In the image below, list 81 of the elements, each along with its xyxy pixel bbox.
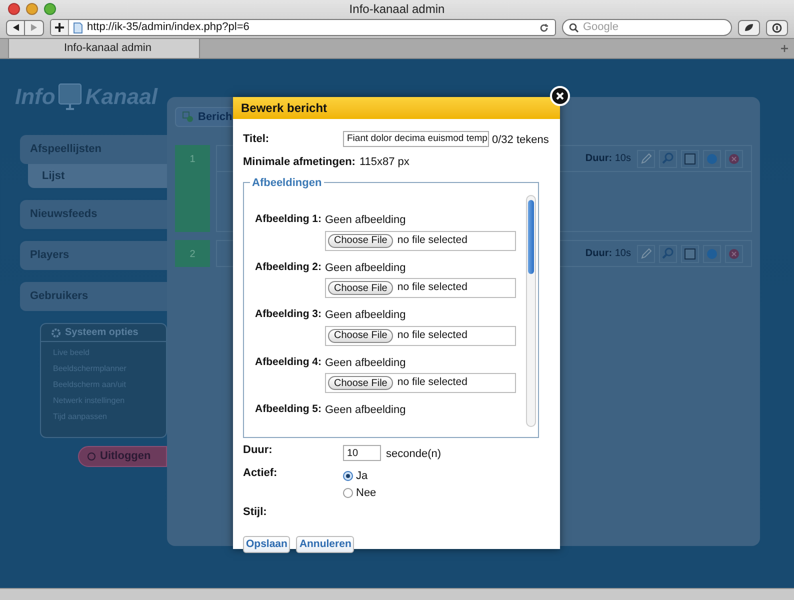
file-input[interactable]: Choose File no file selected (325, 326, 516, 346)
page-icon (73, 22, 83, 34)
row-number: 2 (175, 240, 210, 267)
dialog-button[interactable]: Opslaan (243, 536, 290, 553)
choose-file-button[interactable]: Choose File (328, 328, 394, 342)
scrollbar[interactable] (526, 195, 536, 427)
field-label: Minimale afmetingen: (243, 154, 356, 170)
forward-button[interactable] (25, 20, 44, 36)
duration-unit: seconde(n) (386, 447, 442, 462)
image-label: Afbeelding 3: (255, 307, 323, 322)
pencil-icon[interactable] (637, 150, 655, 168)
zoom-window-icon[interactable] (44, 2, 56, 14)
new-tab-icon[interactable] (781, 45, 788, 52)
duration-field[interactable]: 10 (343, 445, 381, 461)
radio-option[interactable]: Nee (343, 485, 376, 502)
file-input[interactable]: Choose File no file selected (325, 230, 516, 250)
delete-icon[interactable] (725, 244, 743, 262)
image-label: Afbeelding 2: (255, 260, 323, 274)
url-text: http://ik-35/admin/index.php?pl=6 (87, 20, 250, 35)
back-arrow-icon (12, 24, 18, 31)
radio-button[interactable] (343, 488, 353, 498)
dialog-title: Bewerk bericht (241, 100, 328, 117)
minimize-window-icon[interactable] (26, 2, 38, 14)
field-label: Titel: (243, 132, 270, 147)
duration-text: Duur: 10s (585, 247, 631, 261)
url-field[interactable]: http://ik-35/admin/index.php?pl=6 (50, 19, 556, 36)
file-status: no file selected (397, 280, 468, 296)
forward-arrow-icon (31, 24, 37, 31)
window-title: Info-kanaal admin (349, 0, 445, 18)
dialog-button[interactable]: Annuleren (296, 536, 354, 553)
pencil-icon[interactable] (637, 244, 655, 262)
choose-file-button[interactable]: Choose File (328, 234, 394, 248)
min-size-text: 115x87 px (359, 154, 410, 170)
field-label: Duur: (243, 443, 274, 458)
close-icon (556, 92, 564, 100)
monitor-icon (57, 82, 84, 110)
close-button[interactable] (550, 86, 570, 106)
field-label: Stijl: (243, 506, 267, 518)
info-button[interactable] (766, 20, 788, 36)
search-field[interactable]: Google (562, 19, 732, 36)
file-status: no file selected (397, 328, 468, 343)
file-status: no file selected (397, 375, 468, 390)
choose-file-button[interactable]: Choose File (328, 376, 394, 390)
plus-icon (55, 23, 64, 32)
panel-title: Systeem opties (65, 326, 138, 340)
file-input[interactable]: Choose File no file selected (325, 278, 516, 298)
file-input[interactable]: Choose File no file selected (325, 373, 516, 393)
image-status: Geen afbeelding (325, 356, 407, 370)
character-counter: 0/32 tekens (492, 133, 549, 148)
search-icon (569, 22, 580, 32)
add-message-icon (182, 111, 194, 123)
file-status: no file selected (397, 232, 468, 248)
browser-tab[interactable]: Info-kanaal admin (8, 39, 200, 58)
image-label: Afbeelding 4: (255, 354, 323, 370)
fieldset-legend: Afbeeldingen (250, 175, 324, 192)
add-bookmark-button[interactable] (51, 20, 69, 35)
radio-option[interactable]: Ja (343, 468, 376, 484)
duration-text: Duur: 10s (585, 152, 631, 166)
radio-button[interactable] (343, 470, 353, 481)
leaf-icon (744, 23, 754, 32)
image-status: Geen afbeelding (325, 403, 406, 418)
field-label: Actief: (243, 466, 278, 480)
magnifier-icon[interactable] (659, 244, 677, 262)
reload-icon[interactable] (539, 22, 549, 32)
gear-icon (51, 328, 61, 338)
delete-icon[interactable] (725, 150, 743, 168)
row-number: 1 (175, 145, 210, 232)
close-window-icon[interactable] (8, 2, 20, 14)
image-status: Geen afbeelding (325, 260, 407, 276)
image-label: Afbeelding 5: (255, 402, 323, 417)
image-status: Geen afbeelding (325, 308, 407, 323)
image-label: Afbeelding 1: (255, 212, 323, 227)
info-icon (772, 22, 782, 32)
magnifier-icon[interactable] (659, 150, 677, 168)
leaf-button[interactable] (738, 20, 760, 36)
scrollbar-thumb[interactable] (528, 200, 534, 274)
title-field[interactable]: Fiant dolor decima euismod temp (343, 131, 489, 147)
back-button[interactable] (6, 20, 25, 36)
image-status: Geen afbeelding (325, 213, 407, 228)
choose-file-button[interactable]: Choose File (328, 281, 394, 295)
power-icon (87, 452, 96, 461)
